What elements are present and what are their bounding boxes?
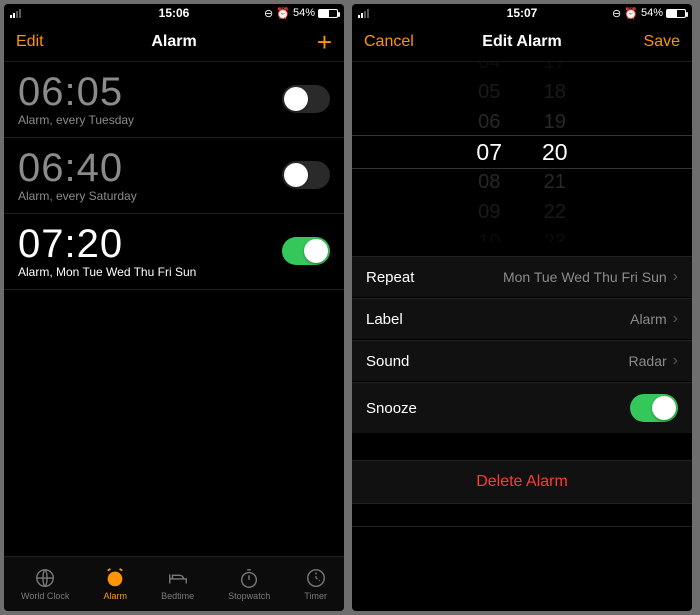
row-value: Alarm [630,311,667,327]
status-bar: 15:06 ⊖ ⏰ 54% [4,4,344,22]
alarm-settings: Repeat Mon Tue Wed Thu Fri Sun › Label Al… [352,256,692,434]
status-bar: 15:07 ⊖ ⏰ 54% [352,4,692,22]
tab-label: Alarm [103,591,127,601]
row-label: Snooze [366,400,417,417]
nav-bar: Cancel Edit Alarm Save [352,22,692,62]
tab-label: World Clock [21,591,69,601]
picker-selection-lines [352,135,692,169]
cancel-button[interactable]: Cancel [364,33,414,51]
tab-bar: World Clock Alarm Bedtime Stopwatch Time… [4,556,344,611]
alarm-row[interactable]: 06:05 Alarm, every Tuesday [4,62,344,138]
edit-button[interactable]: Edit [16,33,44,51]
time-picker[interactable]: 04 05 06 07 08 09 10 17 18 19 20 21 22 2… [352,62,692,242]
alarm-list-screen: 15:06 ⊖ ⏰ 54% Edit Alarm + 06:05 Alarm, … [4,4,344,611]
repeat-row[interactable]: Repeat Mon Tue Wed Thu Fri Sun › [352,256,692,298]
chevron-right-icon: › [673,268,678,286]
stopwatch-icon [238,567,260,589]
alarm-sub: Alarm, every Tuesday [18,113,134,127]
alarm-sub: Alarm, Mon Tue Wed Thu Fri Sun [18,265,196,279]
add-alarm-button[interactable]: + [317,29,332,55]
battery-icon [318,9,338,18]
page-title: Edit Alarm [482,33,561,51]
dnd-icon: ⊖ [612,7,621,20]
tab-world-clock[interactable]: World Clock [21,567,69,601]
nav-bar: Edit Alarm + [4,22,344,62]
timer-icon [305,567,327,589]
alarm-toggle[interactable] [282,237,330,265]
sound-row[interactable]: Sound Radar › [352,340,692,382]
alarm-status-icon: ⏰ [624,7,638,20]
alarm-row[interactable]: 07:20 Alarm, Mon Tue Wed Thu Fri Sun [4,214,344,290]
edit-alarm-screen: 15:07 ⊖ ⏰ 54% Cancel Edit Alarm Save 04 … [352,4,692,611]
bed-icon [167,567,189,589]
tab-label: Bedtime [161,591,194,601]
tab-stopwatch[interactable]: Stopwatch [228,567,270,601]
row-label: Repeat [366,269,414,286]
alarm-list: 06:05 Alarm, every Tuesday 06:40 Alarm, … [4,62,344,556]
snooze-toggle[interactable] [630,394,678,422]
row-value: Mon Tue Wed Thu Fri Sun [503,269,667,285]
alarm-status-icon: ⏰ [276,7,290,20]
chevron-right-icon: › [673,310,678,328]
battery-pct: 54% [293,7,315,19]
alarm-toggle[interactable] [282,85,330,113]
chevron-right-icon: › [673,352,678,370]
alarm-time: 06:05 [18,70,134,115]
row-value: Radar [629,353,667,369]
row-label: Label [366,311,403,328]
status-time: 15:06 [159,6,190,20]
tab-label: Stopwatch [228,591,270,601]
globe-icon [34,567,56,589]
alarm-time: 06:40 [18,146,137,191]
label-row[interactable]: Label Alarm › [352,298,692,340]
dnd-icon: ⊖ [264,7,273,20]
battery-pct: 54% [641,7,663,19]
delete-alarm-button[interactable]: Delete Alarm [352,460,692,504]
alarm-sub: Alarm, every Saturday [18,189,137,203]
tab-alarm[interactable]: Alarm [103,567,127,601]
status-time: 15:07 [507,6,538,20]
tab-bedtime[interactable]: Bedtime [161,567,194,601]
signal-icon [358,9,369,18]
save-button[interactable]: Save [644,33,680,51]
alarm-clock-icon [104,567,126,589]
battery-icon [666,9,686,18]
tab-label: Timer [304,591,327,601]
alarm-row[interactable]: 06:40 Alarm, every Saturday [4,138,344,214]
alarm-toggle[interactable] [282,161,330,189]
divider [352,526,692,527]
alarm-time: 07:20 [18,222,196,267]
page-title: Alarm [151,33,196,51]
tab-timer[interactable]: Timer [304,567,327,601]
snooze-row: Snooze [352,382,692,434]
signal-icon [10,9,21,18]
row-label: Sound [366,353,409,370]
